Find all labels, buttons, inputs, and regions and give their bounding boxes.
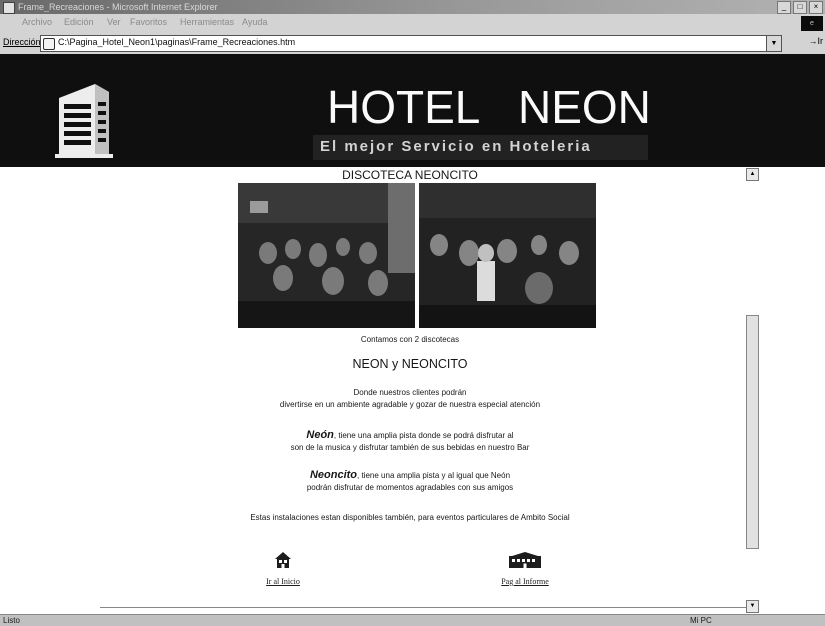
events-paragraph: Estas instalaciones estan disponibles ta… [250,513,570,522]
window-controls: _ □ × [777,1,823,14]
page-body: DISCOTECA NEONCITO Contamos con 2 discot… [70,167,750,614]
report-link[interactable]: Pag al Informe [475,551,575,589]
intro-line: divertirse en un ambiente agradable y go… [279,400,541,409]
slogan-band: El mejor Servicio en Hoteleria [313,135,648,160]
neon-name: Neón [306,429,334,441]
address-value: C:\Pagina_Hotel_Neon1\paginas\Frame_Recr… [58,37,296,47]
photo-caption: Contamos con 2 discotecas [360,335,460,344]
neoncito-paragraph: Neoncito, tiene una amplia pista y al ig… [70,469,750,494]
status-zone: Mi PC [690,616,712,625]
hotel-building-logo [55,84,113,158]
title-bar: Frame_Recreaciones - Microsoft Internet … [0,0,825,14]
menu-archivo[interactable]: Archivo [22,17,52,27]
home-link[interactable]: Ir al Inicio [233,551,333,589]
disco-photo-left [238,183,415,328]
address-dropdown-icon[interactable]: ▼ [766,35,782,52]
scroll-thumb[interactable] [746,315,759,549]
ie-throbber-icon: e [801,16,823,31]
home-link-label: Ir al Inicio [266,577,300,586]
minimize-button[interactable]: _ [777,1,791,14]
neoncito-text: podrán disfrutar de momentos agradables … [306,483,514,492]
address-bar: Dirección C:\Pagina_Hotel_Neon1\paginas\… [0,32,825,55]
menu-edicion[interactable]: Edición [64,17,94,27]
maximize-button[interactable]: □ [793,1,807,14]
slogan: El mejor Servicio en Hoteleria [320,138,592,155]
intro-line: Donde nuestros clientes podrán [353,388,467,397]
menu-favoritos[interactable]: Favoritos [130,17,167,27]
scroll-down-button[interactable]: ▼ [746,600,759,613]
menu-ayuda[interactable]: Ayuda [242,17,267,27]
report-link-label: Pag al Informe [501,577,549,586]
neoncito-text: , tiene una amplia pista y al igual que … [357,471,511,480]
scroll-up-button[interactable]: ▲ [746,168,759,181]
menu-bar: Archivo Edición Ver Favoritos Herramient… [0,14,825,33]
neoncito-name: Neoncito [309,469,358,481]
close-button[interactable]: × [809,1,823,14]
hotel-title-word2: NEON [518,81,651,133]
address-label: Dirección [3,37,41,47]
hotel-banner: HOTEL NEON El mejor Servicio en Hoteleri… [0,54,825,167]
section-title: DISCOTECA NEONCITO [342,168,478,182]
menu-herramientas[interactable]: Herramientas [180,17,234,27]
neon-text: , tiene una amplia pista donde se podrá … [333,431,514,440]
disco-photo-right [419,183,596,328]
house-icon [275,552,291,568]
subtitle: NEON y NEONCITO [352,357,468,371]
bottom-divider [100,607,750,608]
address-input[interactable]: C:\Pagina_Hotel_Neon1\paginas\Frame_Recr… [40,35,782,52]
status-bar: Listo Mi PC [0,614,825,626]
neon-text: son de la musica y disfrutar también de … [290,443,530,452]
intro-paragraph: Donde nuestros clientes podrán divertirs… [70,387,750,411]
window-title: Frame_Recreaciones - Microsoft Internet … [18,2,218,12]
menu-ver[interactable]: Ver [107,17,121,27]
go-label: Ir [817,36,824,46]
go-button[interactable]: →Ir [809,36,824,46]
vertical-scrollbar[interactable]: ▲ ▼ [746,167,759,614]
content-frame: DISCOTECA NEONCITO Contamos con 2 discot… [0,167,825,614]
building-icon [509,552,541,568]
neon-paragraph: Neón, tiene una amplia pista donde se po… [70,429,750,454]
hotel-title-word1: HOTEL [327,81,481,133]
status-text: Listo [3,616,20,625]
ie-page-icon [3,2,15,14]
page-icon [43,38,55,50]
